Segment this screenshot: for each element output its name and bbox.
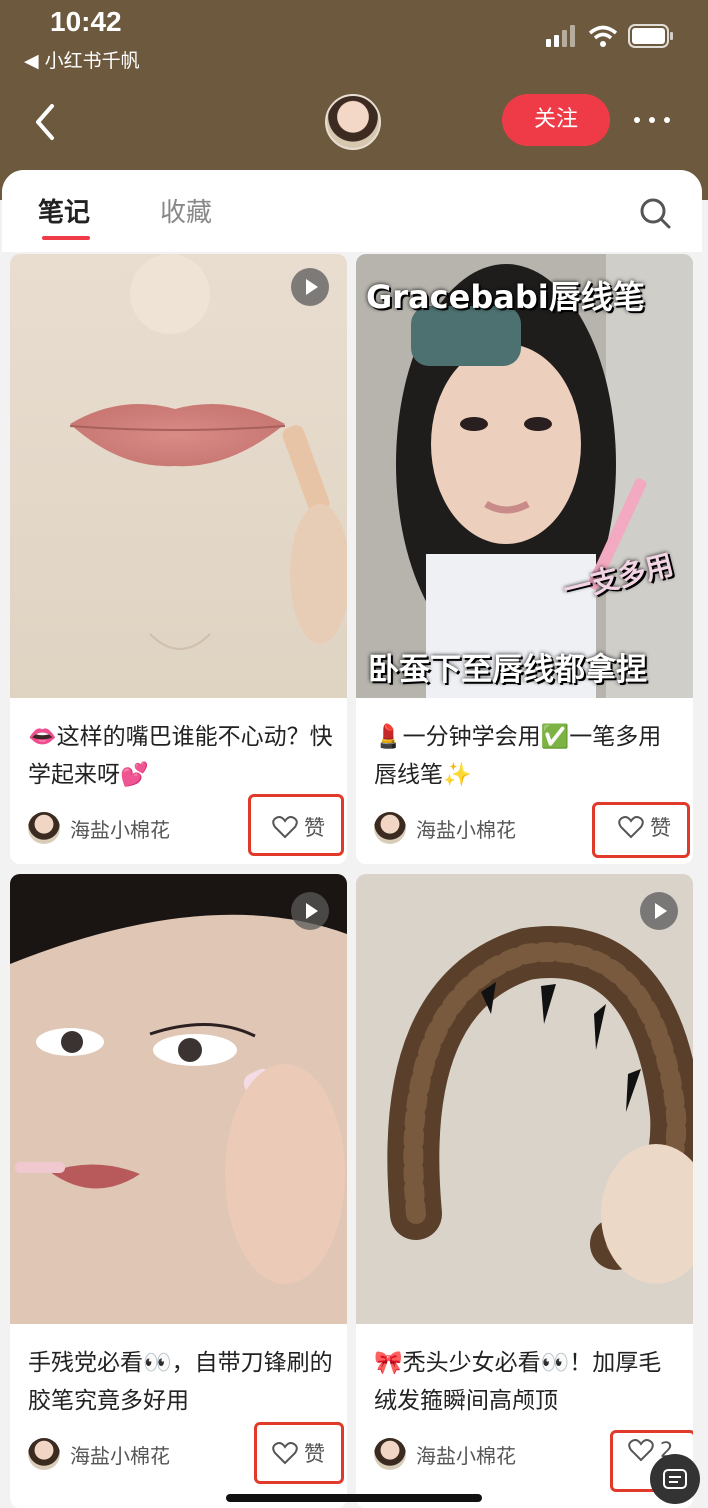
search-icon[interactable] xyxy=(638,196,672,230)
video-play-icon xyxy=(640,892,678,930)
note-card[interactable]: 🎀秃头少女必看👀！加厚毛绒发箍瞬间高颅顶 海盐小棉花 2 xyxy=(356,874,693,1508)
author-avatar xyxy=(374,812,406,844)
thumbnail-caption-top: Gracebabi唇线笔 xyxy=(366,278,645,316)
status-time: 10:42 xyxy=(50,6,122,37)
active-tab-indicator xyxy=(42,236,90,240)
note-title[interactable]: 💄一分钟学会用✅一笔多用唇线笔✨ xyxy=(374,718,679,794)
note-author[interactable]: 海盐小棉花 xyxy=(374,1438,516,1470)
note-author[interactable]: 海盐小棉花 xyxy=(374,812,516,844)
author-avatar xyxy=(28,812,60,844)
author-avatar xyxy=(374,1438,406,1470)
author-name: 海盐小棉花 xyxy=(416,817,516,842)
author-avatar xyxy=(28,1438,60,1470)
note-thumbnail[interactable] xyxy=(10,874,347,1324)
like-highlight-box xyxy=(254,1422,344,1484)
note-author[interactable]: 海盐小棉花 xyxy=(28,812,170,844)
author-name: 海盐小棉花 xyxy=(70,1443,170,1468)
note-title[interactable]: 手残党必看👀，自带刀锋刷的胶笔究竟多好用 xyxy=(28,1344,333,1420)
note-thumbnail[interactable] xyxy=(356,874,693,1324)
back-to-app-link[interactable]: ◀ 小红书千帆 xyxy=(24,46,140,73)
author-name: 海盐小棉花 xyxy=(70,817,170,842)
screen-capture-icon[interactable] xyxy=(650,1454,700,1504)
tab-notes[interactable]: 笔记 xyxy=(38,192,90,229)
signal-icon xyxy=(546,25,575,47)
note-card[interactable]: Gracebabi唇线笔 一支多用 卧蚕下至唇线都拿捏 💄一分钟学会用✅一笔多用… xyxy=(356,254,693,864)
home-indicator xyxy=(226,1494,482,1502)
status-icons xyxy=(546,24,674,48)
note-thumbnail[interactable] xyxy=(356,254,693,698)
video-play-icon xyxy=(291,268,329,306)
video-play-icon xyxy=(291,892,329,930)
tab-favorites[interactable]: 收藏 xyxy=(160,192,212,229)
note-card[interactable]: 手残党必看👀，自带刀锋刷的胶笔究竟多好用 海盐小棉花 赞 xyxy=(10,874,347,1508)
like-highlight-box xyxy=(592,802,690,858)
note-title[interactable]: 🎀秃头少女必看👀！加厚毛绒发箍瞬间高颅顶 xyxy=(374,1344,679,1420)
tab-bar: 笔记 收藏 xyxy=(2,170,702,252)
note-card[interactable]: 👄这样的嘴巴谁能不心动？快学起来呀💕 海盐小棉花 赞 xyxy=(10,254,347,864)
more-options-icon[interactable] xyxy=(630,108,674,132)
note-title[interactable]: 👄这样的嘴巴谁能不心动？快学起来呀💕 xyxy=(28,718,333,794)
avatar[interactable] xyxy=(325,94,381,150)
follow-button[interactable]: 关注 xyxy=(502,94,610,146)
thumbnail-caption-bottom: 卧蚕下至唇线都拿捏 xyxy=(368,652,647,688)
wifi-icon xyxy=(588,25,618,47)
author-name: 海盐小棉花 xyxy=(416,1443,516,1468)
note-author[interactable]: 海盐小棉花 xyxy=(28,1438,170,1470)
back-chevron-icon[interactable] xyxy=(30,100,70,144)
battery-icon xyxy=(628,24,673,48)
content-sheet: 笔记 收藏 👄这样的嘴巴谁能不心动？快学起来呀💕 海盐小棉花 赞 Graceba… xyxy=(2,170,702,1508)
like-highlight-box xyxy=(248,794,344,856)
note-thumbnail[interactable] xyxy=(10,254,347,698)
